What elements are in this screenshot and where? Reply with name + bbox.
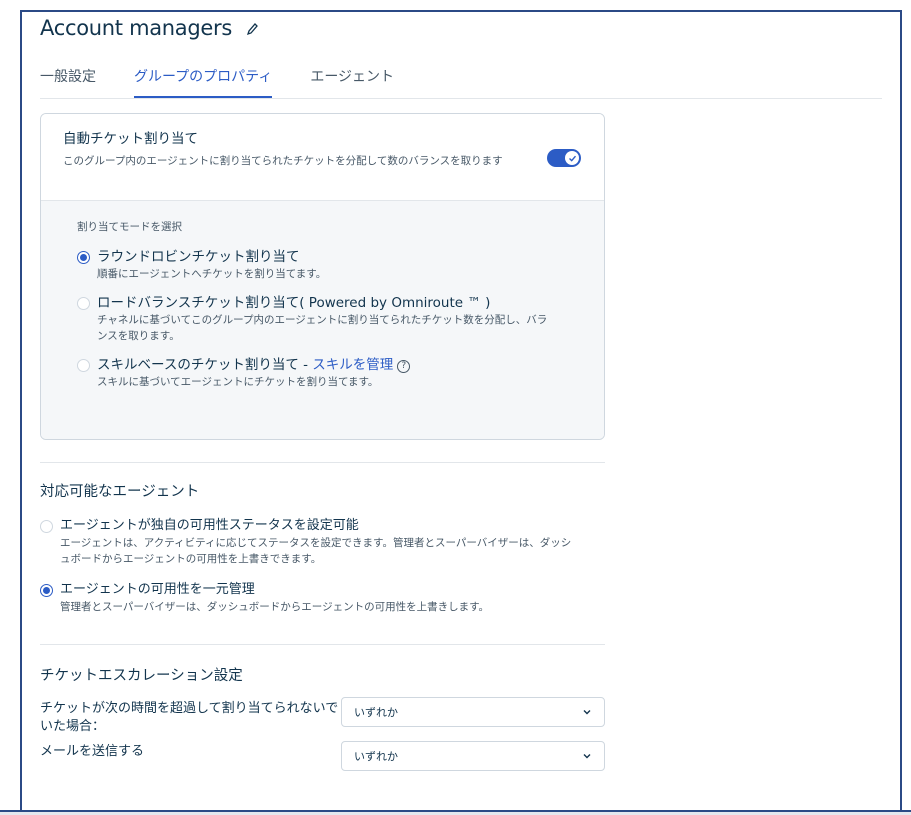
load-balance-radio[interactable] — [77, 297, 90, 310]
option-central-availability: エージェントの可用性を一元管理 管理者とスーパーバイザーは、ダッシュボードからエ… — [40, 581, 580, 615]
tab-general-settings[interactable]: 一般設定 — [40, 68, 96, 100]
round-robin-radio[interactable] — [77, 251, 90, 264]
auto-assign-header: 自動チケット割り当て このグループ内のエージェントに割り当てられたチケットを分配… — [41, 114, 604, 200]
page-title: Account managers — [40, 16, 232, 40]
help-icon[interactable]: ? — [397, 360, 411, 373]
unassigned-time-label: チケットが次の時間を超過して割り当てられないでいた場合： — [40, 701, 339, 734]
agent-self-status-title: エージェントが独自の可用性ステータスを設定可能 — [60, 518, 359, 533]
central-availability-desc: 管理者とスーパーバイザーは、ダッシュボードからエージェントの可用性を上書きします… — [60, 601, 490, 613]
skill-based-desc: スキルに基づいてエージェントにチケットを割り当てます。 — [97, 376, 379, 388]
page-header: Account managers — [40, 16, 258, 40]
tab-group-properties[interactable]: グループのプロパティ — [134, 68, 273, 98]
round-robin-title: ラウンドロビンチケット割り当て — [97, 249, 300, 265]
agent-self-status-desc: エージェントは、アクティビティに応じてステータスを設定できます。管理者とスーパー… — [60, 537, 572, 565]
assign-mode-panel: 割り当てモードを選択 ラウンドロビンチケット割り当て 順番にエージェントへチケッ… — [41, 200, 604, 439]
skill-based-radio[interactable] — [77, 359, 90, 372]
skill-based-title-row: スキルベースのチケット割り当て - スキルを管理? — [97, 356, 557, 374]
edit-pencil-icon[interactable] — [246, 21, 258, 36]
auto-assign-description: このグループ内のエージェントに割り当てられたチケットを分配して数のバランスを取り… — [63, 155, 503, 167]
tab-bar: 一般設定 グループのプロパティ エージェント — [40, 68, 432, 100]
central-availability-radio[interactable] — [40, 584, 53, 597]
availability-title: 対応可能なエージェント — [40, 484, 200, 500]
option-load-balance: ロードバランスチケット割り当て( Powered by Omniroute ™ … — [77, 294, 568, 344]
chevron-down-icon — [582, 707, 592, 717]
availability-options: エージェントが独自の可用性ステータスを設定可能 エージェントは、アクティビティに… — [40, 517, 580, 627]
manage-skills-link[interactable]: スキルを管理 — [312, 357, 393, 373]
agent-self-status-radio[interactable] — [40, 520, 53, 533]
load-balance-title: ロードバランスチケット割り当て( Powered by Omniroute ™ … — [97, 295, 491, 311]
section-divider — [40, 644, 605, 645]
assign-mode-label: 割り当てモードを選択 — [77, 221, 182, 233]
auto-assign-title: 自動チケット割り当て — [63, 131, 198, 147]
load-balance-desc: チャネルに基づいてこのグループ内のエージェントに割り当てられたチケット数を分配し… — [97, 314, 548, 342]
tabs-divider — [40, 98, 882, 99]
send-email-value: いずれか — [354, 750, 398, 763]
round-robin-desc: 順番にエージェントへチケットを割り当てます。 — [97, 268, 327, 280]
escalation-title: チケットエスカレーション設定 — [40, 668, 243, 684]
unassigned-time-select[interactable]: いずれか — [341, 697, 605, 727]
check-icon — [565, 151, 579, 165]
send-email-label: メールを送信する — [40, 744, 145, 759]
tab-agents[interactable]: エージェント — [310, 68, 394, 100]
option-round-robin: ラウンドロビンチケット割り当て 順番にエージェントへチケットを割り当てます。 — [77, 248, 568, 282]
section-divider — [40, 462, 605, 463]
auto-assign-toggle[interactable] — [547, 149, 581, 167]
skill-based-title: スキルベースのチケット割り当て - — [97, 357, 313, 373]
unassigned-time-value: いずれか — [354, 706, 398, 719]
option-skill-based: スキルベースのチケット割り当て - スキルを管理? スキルに基づいてエージェント… — [77, 356, 568, 390]
chevron-down-icon — [582, 751, 592, 761]
send-email-select[interactable]: いずれか — [341, 741, 605, 771]
auto-assign-card: 自動チケット割り当て このグループ内のエージェントに割り当てられたチケットを分配… — [40, 113, 605, 440]
central-availability-title: エージェントの可用性を一元管理 — [60, 582, 255, 597]
option-agent-self-status: エージェントが独自の可用性ステータスを設定可能 エージェントは、アクティビティに… — [40, 517, 580, 567]
